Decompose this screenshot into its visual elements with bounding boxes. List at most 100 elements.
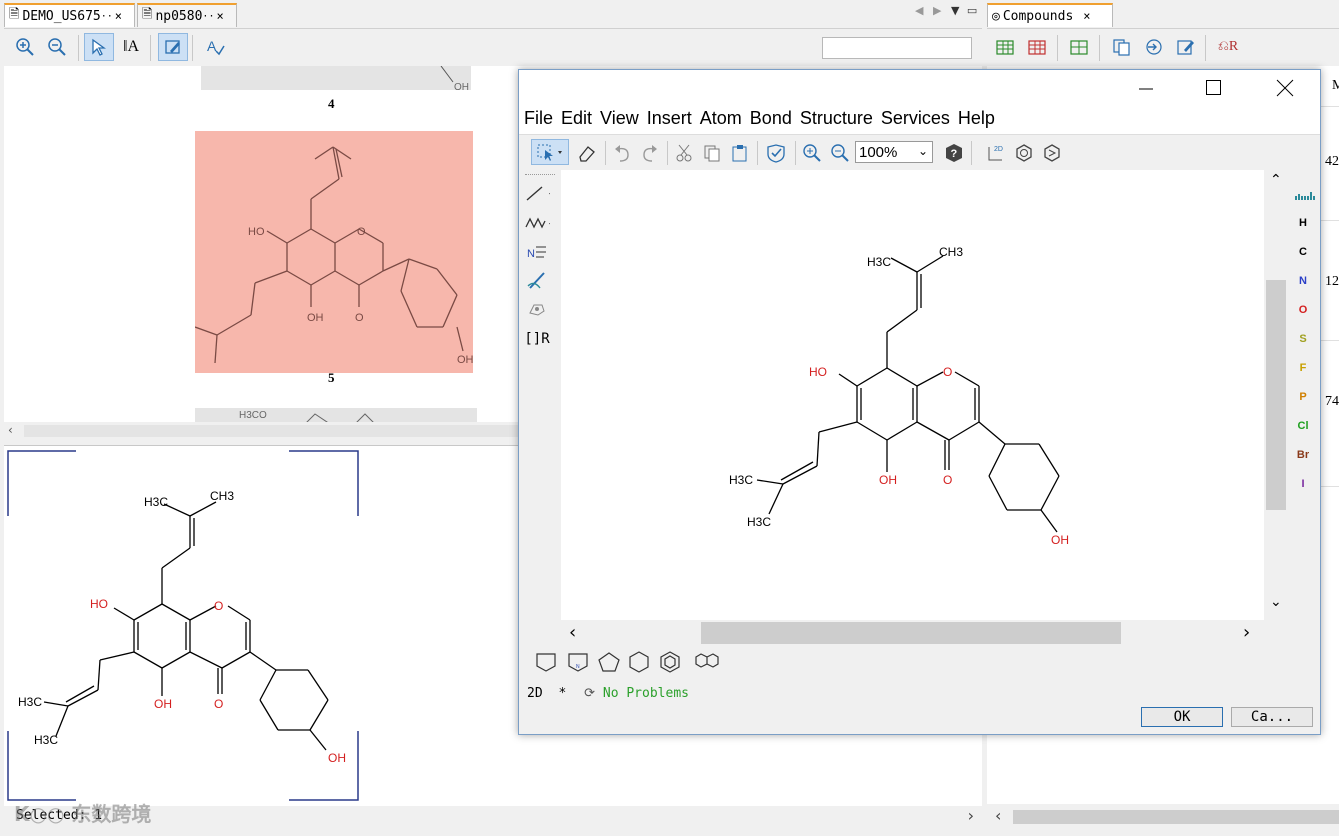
svg-text:N: N [527, 248, 535, 260]
element-cl[interactable]: Cl [1293, 415, 1313, 437]
chevron-left-icon[interactable]: ‹ [569, 622, 576, 643]
zoom-out-button[interactable] [44, 34, 70, 60]
search-input[interactable] [822, 37, 972, 59]
minimize-icon[interactable]: ▭ [967, 4, 977, 17]
periodic-table-icon[interactable] [1294, 186, 1316, 202]
element-p[interactable]: P [1293, 386, 1313, 408]
document-icon: 🗎 [9, 7, 20, 22]
template-button[interactable] [524, 296, 550, 322]
edit-structure-button[interactable] [158, 33, 188, 61]
aromatize-button[interactable] [1011, 140, 1037, 166]
tab-compounds[interactable]: ◎ Compounds × [987, 3, 1113, 27]
chevron-right-icon[interactable]: ▶ [933, 4, 941, 17]
single-bond-button[interactable] [524, 180, 550, 206]
chevron-left-icon[interactable]: ‹ [995, 806, 1001, 825]
menu-view[interactable]: View [600, 108, 639, 129]
canvas-hscrollbar[interactable]: ‹ › [561, 622, 1264, 644]
document-hscrollbar[interactable]: ‹ [4, 423, 520, 439]
element-s[interactable]: S [1293, 328, 1313, 350]
undo-button[interactable] [609, 140, 635, 166]
chevron-down-icon[interactable]: ⌄ [1270, 594, 1282, 610]
chevron-left-icon[interactable]: ‹ [8, 423, 13, 437]
menu-atom[interactable]: Atom [700, 108, 742, 129]
h3c-left-label-2: H3C [747, 515, 771, 529]
highlighted-structure[interactable]: HO O OH O OH [194, 131, 474, 373]
dearomatize-button[interactable] [1039, 140, 1065, 166]
element-br[interactable]: Br [1293, 444, 1313, 466]
tab-demo[interactable]: 🗎 DEMO_US675 ·· × [4, 3, 135, 27]
phenyl-oh-label: OH [457, 354, 473, 366]
canvas-vscrollbar[interactable]: ⌃ ⌄ [1264, 170, 1288, 620]
clean-2d-button[interactable]: 2D [983, 140, 1009, 166]
carbonyl-oxygen-label: O [943, 473, 952, 487]
help-button[interactable]: ? [941, 140, 967, 166]
paste-button[interactable] [727, 140, 753, 166]
remove-table-icon[interactable] [1025, 34, 1051, 60]
tab-np0580[interactable]: 🗎 np0580 ·· × [137, 3, 237, 27]
chain-button[interactable] [524, 210, 550, 236]
clean-2d-icon: 2D [988, 146, 1003, 161]
svg-text:N: N [576, 664, 580, 670]
drawing-canvas[interactable]: H3C CH3 HO O OH O H3C H3C OH [561, 170, 1264, 620]
check-structure-button[interactable] [763, 140, 789, 166]
chevron-up-icon[interactable]: ⌃ [1270, 172, 1282, 188]
menu-help[interactable]: Help [958, 108, 995, 129]
zoom-in-button[interactable] [12, 34, 38, 60]
cut-button[interactable] [671, 140, 697, 166]
menu-edit[interactable]: Edit [561, 108, 592, 129]
r-group-icon[interactable]: ⎌R [1215, 34, 1241, 60]
edit-compound-icon[interactable] [1173, 34, 1199, 60]
reaction-arrow-button[interactable] [524, 268, 550, 294]
element-c[interactable]: C [1293, 241, 1313, 263]
menu-structure[interactable]: Structure [800, 108, 873, 129]
redo-button[interactable] [637, 140, 663, 166]
element-f[interactable]: F [1293, 357, 1313, 379]
zoom-in-icon [16, 38, 34, 56]
chevron-left-icon[interactable]: ◀ [915, 4, 923, 17]
close-button[interactable] [1275, 78, 1295, 98]
title-bar[interactable] [519, 70, 1320, 104]
atom-list-button[interactable]: N [524, 240, 550, 266]
element-o[interactable]: O [1293, 299, 1313, 321]
zoom-out-button[interactable] [827, 140, 853, 166]
compounds-hscrollbar[interactable]: ‹ [987, 806, 1339, 826]
tab-compounds-label: Compounds [1002, 8, 1074, 24]
maximize-button[interactable] [1205, 79, 1223, 97]
close-icon[interactable]: × [115, 9, 122, 23]
add-table-icon[interactable] [993, 34, 1019, 60]
chevron-right-icon[interactable]: › [1243, 622, 1250, 643]
left-toolbar: ‖A A [4, 28, 982, 66]
select-tool-button[interactable] [84, 33, 114, 61]
copy-compound-icon[interactable] [1109, 34, 1135, 60]
r-group-button[interactable]: []R [524, 326, 550, 352]
element-h[interactable]: H [1293, 212, 1313, 234]
text-tool-button[interactable]: ‖A [118, 34, 144, 60]
spellcheck-button[interactable]: A [202, 34, 228, 60]
eraser-button[interactable] [573, 140, 599, 166]
chevron-right-icon[interactable]: › [968, 806, 974, 825]
refresh-icon[interactable]: ⟳ [584, 686, 595, 701]
minimize-button[interactable] [1137, 78, 1155, 96]
add-row-icon[interactable] [1067, 34, 1093, 60]
menu-insert[interactable]: Insert [647, 108, 692, 129]
selection-tool-button[interactable] [531, 139, 569, 165]
menu-bond[interactable]: Bond [750, 108, 792, 129]
chevron-down-icon[interactable]: ▼ [951, 4, 959, 17]
element-n[interactable]: N [1293, 270, 1313, 292]
zoom-in-button[interactable] [799, 140, 825, 166]
zoom-select[interactable]: 100% ⌄ [855, 141, 933, 163]
import-icon[interactable] [1141, 34, 1167, 60]
molecule-preview[interactable]: H3C CH3 HO O OH O H3C H3C OH [4, 446, 364, 806]
menu-file[interactable]: File [524, 108, 553, 129]
close-icon[interactable]: × [1083, 9, 1090, 23]
ok-button[interactable]: OK [1141, 707, 1223, 727]
element-i[interactable]: I [1293, 473, 1313, 495]
close-icon[interactable]: × [216, 9, 223, 23]
cancel-button[interactable]: Ca... [1231, 707, 1313, 727]
edit-pen-icon [165, 40, 180, 54]
menu-services[interactable]: Services [881, 108, 950, 129]
tab-nav-arrows[interactable]: ◀ ▶ ▼ ▭ [915, 4, 980, 22]
fragment-oh-label: OH [454, 82, 469, 93]
ch3-top-label: CH3 [939, 245, 963, 259]
copy-button[interactable] [699, 140, 725, 166]
